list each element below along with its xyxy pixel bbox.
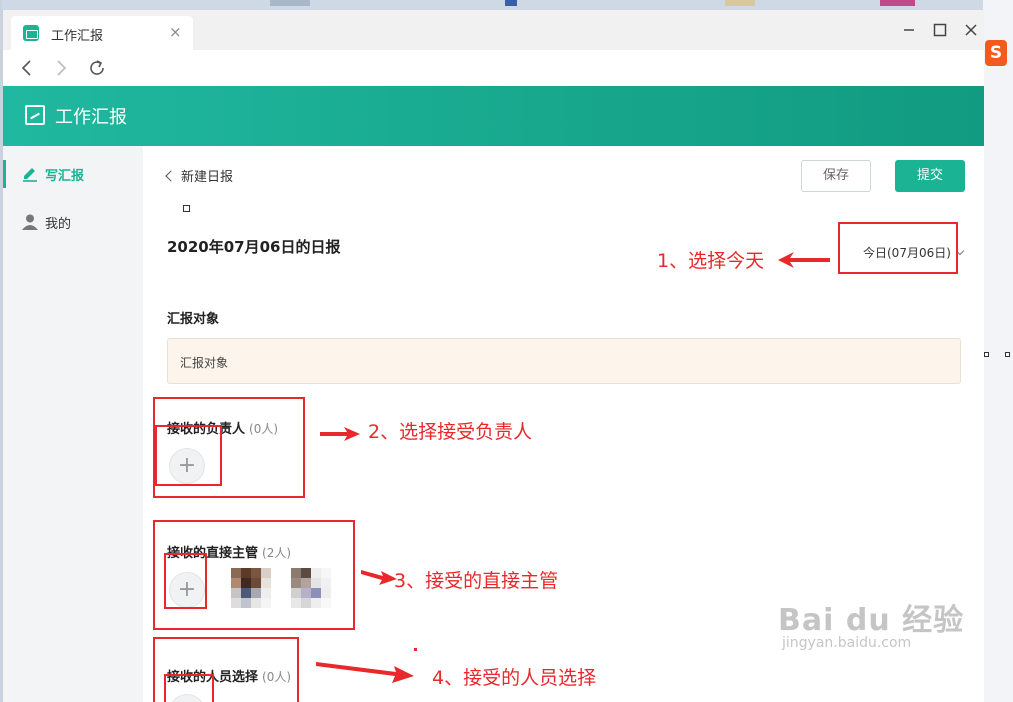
annotation-arrow-2 bbox=[320, 427, 360, 441]
annotation-box-add-people bbox=[164, 674, 214, 702]
tab-close-icon[interactable]: × bbox=[169, 24, 182, 40]
report-target-placeholder: 汇报对象 bbox=[180, 356, 229, 370]
forward-arrow-icon[interactable] bbox=[49, 56, 73, 80]
maximize-icon[interactable] bbox=[930, 20, 950, 40]
annotation-arrow-3 bbox=[361, 570, 397, 585]
back-link-label: 新建日报 bbox=[181, 170, 234, 185]
annotation-step-4: 4、接受的人员选择 bbox=[432, 667, 597, 689]
tab-title: 工作汇报 bbox=[51, 29, 104, 44]
sidebar-item-mine[interactable]: 我的 bbox=[3, 204, 143, 240]
resize-handle[interactable] bbox=[1005, 352, 1010, 357]
app-logo-icon bbox=[23, 25, 39, 41]
page-title: 2020年07月06日的日报 bbox=[167, 238, 341, 256]
annotation-step-1: 1、选择今天 bbox=[657, 250, 765, 272]
report-chart-icon bbox=[25, 105, 45, 125]
sidebar-item-write-report[interactable]: 写汇报 bbox=[3, 156, 143, 192]
save-button[interactable]: 保存 bbox=[801, 160, 871, 192]
chevron-left-icon bbox=[165, 170, 177, 182]
watermark-main: Bai du 经验 bbox=[778, 603, 965, 638]
annotation-dot bbox=[414, 648, 417, 651]
annotation-arrow-1 bbox=[778, 252, 830, 268]
report-target-field[interactable]: 汇报对象 bbox=[167, 338, 961, 384]
browser-tab[interactable]: 工作汇报 × bbox=[11, 16, 193, 50]
annotation-arrow-4 bbox=[316, 662, 414, 683]
user-icon bbox=[21, 213, 38, 230]
back-arrow-icon[interactable] bbox=[15, 56, 39, 80]
app-header: 工作汇报 bbox=[3, 86, 984, 146]
selection-marker bbox=[183, 205, 190, 212]
annotation-box-add-supervisor bbox=[164, 553, 207, 609]
sidebar-item-label: 写汇报 bbox=[45, 169, 85, 184]
annotation-box-add-responsible bbox=[155, 425, 222, 486]
annotation-step-2: 2、选择接受负责人 bbox=[368, 421, 533, 443]
annotation-box-date bbox=[838, 222, 958, 274]
desktop-strip bbox=[0, 0, 1013, 10]
report-target-label: 汇报对象 bbox=[167, 312, 220, 327]
baidu-watermark: Bai du 经验 jingyan.baidu.com bbox=[778, 595, 968, 655]
minimize-icon[interactable] bbox=[899, 20, 919, 40]
refresh-icon[interactable] bbox=[85, 56, 109, 80]
back-link[interactable]: 新建日报 bbox=[165, 166, 234, 185]
submit-button[interactable]: 提交 bbox=[895, 160, 965, 192]
sogou-ime-icon[interactable]: S bbox=[985, 40, 1007, 66]
sidebar: 写汇报 我的 bbox=[3, 146, 143, 702]
desktop-side bbox=[983, 0, 1013, 702]
pencil-icon bbox=[21, 165, 37, 182]
annotation-step-3: 3、接受的直接主管 bbox=[394, 570, 559, 592]
app-title: 工作汇报 bbox=[55, 107, 127, 128]
resize-handle[interactable] bbox=[984, 352, 989, 357]
sidebar-item-label: 我的 bbox=[45, 217, 72, 232]
title-bar: 工作汇报 × bbox=[3, 10, 984, 50]
close-icon[interactable] bbox=[961, 20, 981, 40]
navigation-bar bbox=[3, 50, 984, 86]
watermark-sub: jingyan.baidu.com bbox=[782, 635, 912, 651]
